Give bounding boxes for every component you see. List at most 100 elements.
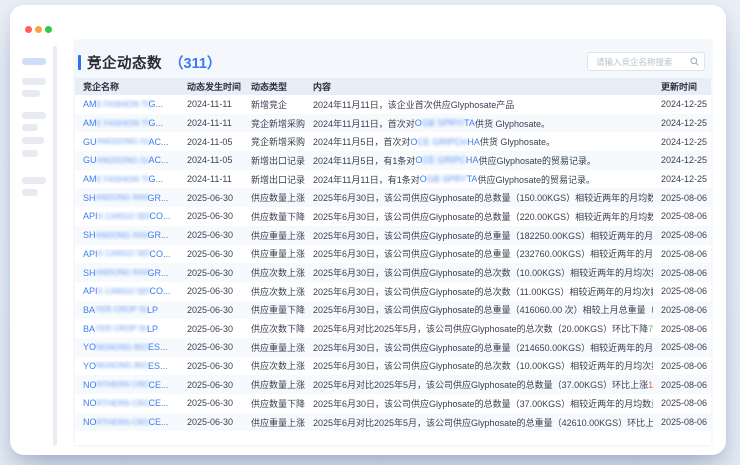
event-type-cell: 竞企新增采购商 [243,117,305,130]
event-type-cell: 新增出口记录 [243,173,305,186]
event-time-cell: 2025-06-30 [179,361,243,371]
event-type-cell: 新增出口记录 [243,154,305,167]
event-time-cell: 2024-11-05 [179,137,243,147]
event-time-cell: 2025-06-30 [179,230,243,240]
event-type-cell: 竞企新增采购商 [243,135,305,148]
table-body: AME FASHION TRADING G...2024-11-11新增竞企20… [75,95,711,445]
event-time-cell: 2025-06-30 [179,398,243,408]
update-time-cell: 2024-12-25 [653,99,711,109]
company-name-link[interactable]: SHANDONG RAINBOW GR... [75,193,179,203]
update-time-cell: 2025-08-06 [653,193,711,203]
table-row[interactable]: NORTHERN CROPSCIENCE CE...2025-06-30供应重量… [75,413,711,432]
event-type-cell: 供应重量下降 [243,303,305,316]
sidebar [22,58,52,196]
company-name-link[interactable]: YONGNONG BIOSCIENCE ES... [75,361,179,371]
table-row[interactable]: APIX CARGO SERVICE CO...2025-06-30供应数量下降… [75,207,711,226]
company-name-link[interactable]: AME FASHION TRADING G... [75,118,179,128]
close-window-icon[interactable] [25,26,32,33]
page-title: 竞企动态数 [87,52,162,73]
update-time-cell: 2024-12-25 [653,155,711,165]
company-name-link[interactable]: GUANGDONG GALANT AC... [75,137,179,147]
content-cell: 2025年6月对比2025年5月，该公司供应Glyphosate的总次数（20.… [305,322,653,335]
update-time-cell: 2025-08-06 [653,324,711,334]
sidebar-divider [53,46,57,446]
event-time-cell: 2025-06-30 [179,211,243,221]
content-cell: 2025年6月30日，该公司供应Glyphosate的总次数（10.00KGS）… [305,266,653,279]
sidebar-item[interactable] [22,189,38,196]
company-name-link[interactable]: SHANDONG RAINBOW GR... [75,230,179,240]
update-time-cell: 2025-08-06 [653,380,711,390]
company-name-link[interactable]: BAYER CROP SCIENCE LP [75,305,179,315]
update-time-cell: 2025-08-06 [653,211,711,221]
company-name-link[interactable]: GUANGDONG GALANT AC... [75,155,179,165]
table-row[interactable]: YONGNONG BIOSCIENCE ES...2025-06-30供应重量上… [75,338,711,357]
company-name-link[interactable]: YONGNONG BIOSCIENCE ES... [75,342,179,352]
column-header: 动态类型 [243,80,305,93]
sidebar-item-active[interactable] [22,58,46,65]
event-type-cell: 供应数量上涨 [243,191,305,204]
table-row[interactable]: APIX CARGO SERVICE CO...2025-06-30供应次数上涨… [75,282,711,301]
company-name-link[interactable]: NORTHERN CROPSCIENCE CE... [75,417,179,427]
content-cell: 2025年6月30日，该公司供应Glyphosate的总重量（214650.00… [305,341,653,354]
sidebar-item[interactable] [22,177,46,184]
content-cell: 2025年6月30日，该公司供应Glyphosate的总数量（37.00KGS）… [305,397,653,410]
table-row[interactable]: BAYER CROP SCIENCE LP2025-06-30供应次数下降202… [75,319,711,338]
event-type-cell: 供应重量上涨 [243,341,305,354]
content-cell: 2024年11月5日，有1条对OCE GRIPCHA供应Glyphosate的贸… [305,154,653,167]
column-header: 更新时间 [653,80,711,93]
content-cell: 2024年11月11日，首次对 OGB SPRYITA 供货 Glyphosat… [305,117,653,130]
table-row[interactable]: AME FASHION TRADING G...2024-11-11新增出口记录… [75,170,711,189]
search-input[interactable]: 请输入竞企名称搜索 [587,52,705,71]
content-cell: 2025年6月30日，该公司供应Glyphosate的总数量（220.00KGS… [305,210,653,223]
table-row[interactable]: SHANDONG RAINBOW GR...2025-06-30供应次数上涨20… [75,263,711,282]
update-time-cell: 2025-08-06 [653,342,711,352]
table-row[interactable]: NORTHERN CROPSCIENCE CE...2025-06-30供应数量… [75,375,711,394]
content-panel: 竞企动态数 （311） 请输入竞企名称搜索 竞企名称动态发生时间动态类型内容更新… [73,39,713,447]
event-type-cell: 供应重量上涨 [243,247,305,260]
update-time-cell: 2025-08-06 [653,417,711,427]
table-row[interactable]: BAYER CROP SCIENCE LP2025-06-30供应重量下降202… [75,301,711,320]
table-row[interactable]: AME FASHION TRADING G...2024-11-11新增竞企20… [75,95,711,114]
table-row[interactable]: NORTHERN CROPSCIENCE CE...2025-06-30供应数量… [75,394,711,413]
search-icon[interactable] [690,57,699,66]
company-name-link[interactable]: BAYER CROP SCIENCE LP [75,324,179,334]
company-name-link[interactable]: APIX CARGO SERVICE CO... [75,249,179,259]
event-type-cell: 供应次数上涨 [243,266,305,279]
update-time-cell: 2025-08-06 [653,286,711,296]
search-placeholder: 请输入竞企名称搜索 [596,56,690,68]
company-name-link[interactable]: APIX CARGO SERVICE CO... [75,211,179,221]
update-time-cell: 2025-08-06 [653,230,711,240]
sidebar-item[interactable] [22,137,44,144]
update-time-cell: 2025-08-06 [653,305,711,315]
event-time-cell: 2025-06-30 [179,249,243,259]
company-name-link[interactable]: AME FASHION TRADING G... [75,174,179,184]
sidebar-item[interactable] [22,90,40,97]
sidebar-item[interactable] [22,78,46,85]
sidebar-item[interactable] [22,112,46,119]
zoom-window-icon[interactable] [45,26,52,33]
table-row[interactable]: APIX CARGO SERVICE CO...2025-06-30供应重量上涨… [75,245,711,264]
sidebar-item[interactable] [22,124,38,131]
table-row[interactable]: SHANDONG RAINBOW GR...2025-06-30供应重量上涨20… [75,226,711,245]
company-name-link[interactable]: APIX CARGO SERVICE CO... [75,286,179,296]
company-name-link[interactable]: AME FASHION TRADING G... [75,99,179,109]
event-type-cell: 供应次数下降 [243,322,305,335]
event-time-cell: 2025-06-30 [179,286,243,296]
event-type-cell: 供应数量下降 [243,210,305,223]
column-header: 内容 [305,80,653,93]
table-row[interactable]: GUANGDONG GALANT AC...2024-11-05竞企新增采购商2… [75,132,711,151]
table-row[interactable]: YONGNONG BIOSCIENCE ES...2025-06-30供应次数上… [75,357,711,376]
company-name-link[interactable]: NORTHERN CROPSCIENCE CE... [75,380,179,390]
event-time-cell: 2025-06-30 [179,268,243,278]
table-row[interactable]: SHANDONG RAINBOW GR...2025-06-30供应数量上涨20… [75,188,711,207]
event-type-cell: 供应重量上涨 [243,416,305,429]
table-row[interactable]: GUANGDONG GALANT AC...2024-11-05新增出口记录20… [75,151,711,170]
event-type-cell: 供应数量上涨 [243,378,305,391]
company-name-link[interactable]: SHANDONG RAINBOW GR... [75,268,179,278]
content-cell: 2024年11月11日，有1条对OGB SPRYTA供应Glyphosate的贸… [305,173,653,186]
table-row[interactable]: AME FASHION TRADING G...2024-11-11竞企新增采购… [75,114,711,133]
minimize-window-icon[interactable] [35,26,42,33]
event-time-cell: 2024-11-05 [179,155,243,165]
sidebar-item[interactable] [22,150,38,157]
company-name-link[interactable]: NORTHERN CROPSCIENCE CE... [75,398,179,408]
